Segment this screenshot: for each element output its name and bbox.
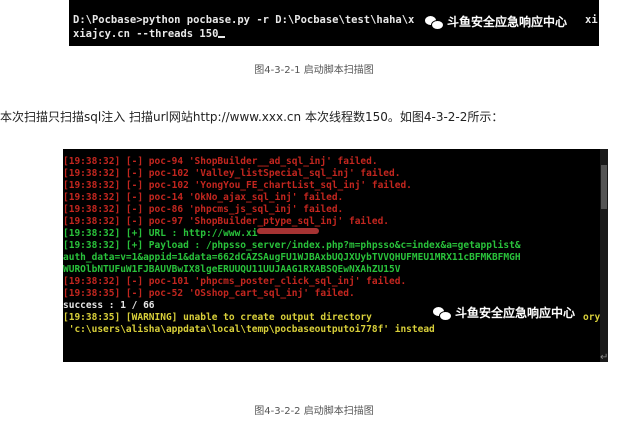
log-line-warning: [19:38:35] [WARNING] unable to create ou… <box>63 312 372 323</box>
wechat-icon <box>433 306 452 321</box>
figure-caption-1: 图4-3-2-1 启动脚本扫描图 <box>254 65 374 76</box>
log-line: WUROlbNTUFuW1FJBAUVBwIX8lgeERUUQU11UUJAA… <box>63 264 401 275</box>
terminal-screenshot-command: D:\Pocbase>python pocbase.py -r D:\Pocba… <box>69 0 599 46</box>
log-line-summary: success : 1 / 66 <box>63 300 155 311</box>
log-line-warning-tail: ory <box>583 312 601 323</box>
log-line: [19:38:32] [-] poc-102 'Valley_listSpeci… <box>63 168 401 179</box>
watermark: 斗鱼安全应急响应中心 <box>425 13 567 30</box>
figure-caption-2: 图4-3-2-2 启动脚本扫描图 <box>254 406 374 417</box>
command-line-1-tail: xi <box>585 14 598 26</box>
log-line-warning: 'c:\users\alisha\appdata\local\temp\pocb… <box>63 324 435 335</box>
log-line: [19:38:32] [+] URL : http://www.xi <box>63 228 320 240</box>
log-line: [19:38:32] [-] poc-101 'phpcms_poster_cl… <box>63 276 407 287</box>
return-mark-icon: ↵ <box>600 352 609 363</box>
log-line: [19:38:32] [-] poc-102 'YongYou_FE_chart… <box>63 180 412 191</box>
wechat-icon <box>425 15 444 30</box>
watermark: 斗鱼安全应急响应中心 <box>433 304 575 321</box>
log-url-text: [19:38:32] [+] URL : http://www.xi <box>63 228 258 239</box>
command-line-1: D:\Pocbase>python pocbase.py -r D:\Pocba… <box>73 13 414 27</box>
cursor <box>218 36 226 38</box>
log-line: auth_data=v=1&appid=1&data=662dCAZSAugFU… <box>63 252 521 263</box>
body-paragraph: 本次扫描只扫描sql注入 扫描url网站http://www.xxx.cn 本次… <box>0 110 504 124</box>
log-line: [19:38:32] [-] poc-14 'OkNo_ajax_sql_inj… <box>63 192 344 203</box>
command-line-2: xiajcy.cn --threads 150 <box>73 27 226 41</box>
redaction-mark <box>257 228 320 234</box>
scrollbar-thumb[interactable] <box>601 165 607 209</box>
log-line: [19:38:32] [-] poc-94 'ShopBuilder__ad_s… <box>63 156 378 167</box>
command-text: D:\Pocbase>python pocbase.py -r D:\Pocba… <box>73 14 415 26</box>
log-line: [19:38:32] [-] poc-86 'phpcms_js_sql_inj… <box>63 204 344 215</box>
command-text: xiajcy.cn --threads 150 <box>73 28 219 40</box>
watermark-text: 斗鱼安全应急响应中心 <box>455 306 576 320</box>
log-line: [19:38:32] [-] poc-97 'ShopBuilder_ptype… <box>63 216 390 227</box>
log-line: [19:38:35] [-] poc-52 'OSshop_cart_sql_i… <box>63 288 355 299</box>
terminal-screenshot-scan-log: [19:38:32] [-] poc-94 'ShopBuilder__ad_s… <box>63 149 608 362</box>
log-line: [19:38:32] [+] Payload : /phpsso_server/… <box>63 240 521 251</box>
scrollbar[interactable] <box>600 149 608 362</box>
watermark-text: 斗鱼安全应急响应中心 <box>447 15 568 29</box>
